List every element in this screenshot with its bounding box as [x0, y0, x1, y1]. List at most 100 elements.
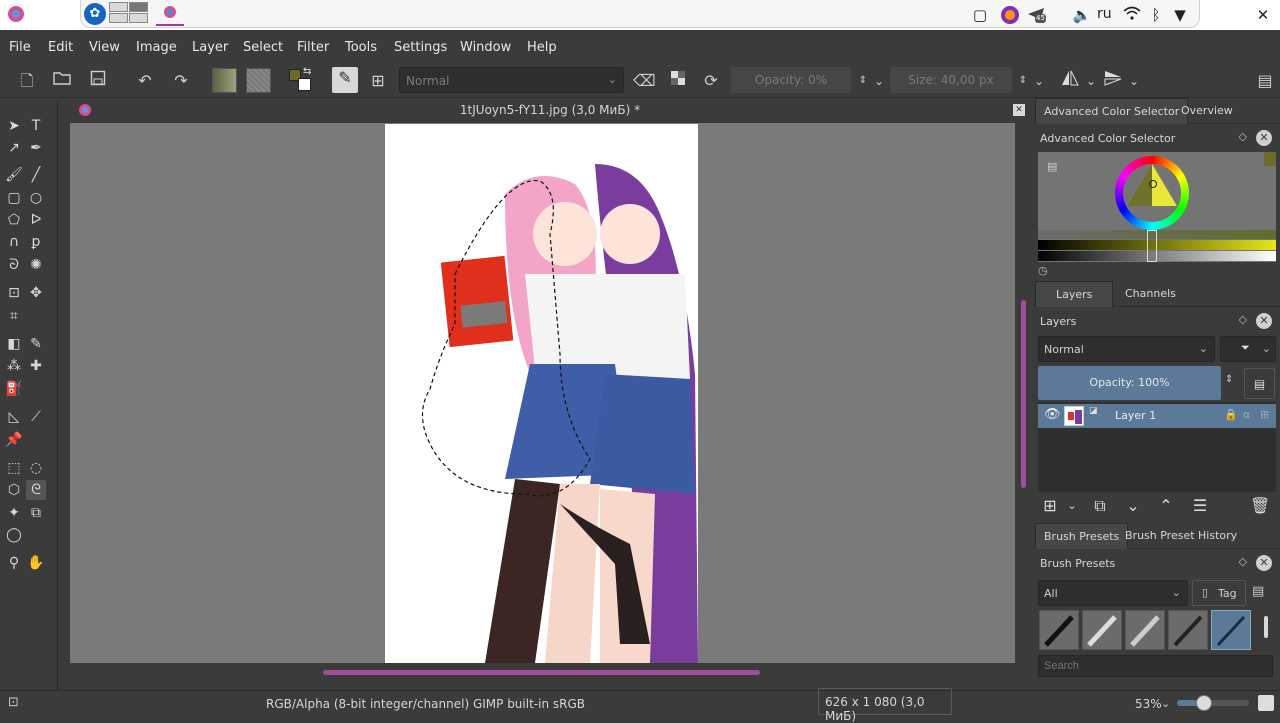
layer-name[interactable]: Layer 1	[1115, 409, 1156, 422]
brush-search-input[interactable]	[1038, 655, 1273, 677]
undo-icon[interactable]: ↶	[134, 70, 156, 92]
krita-logo-icon[interactable]	[6, 5, 26, 25]
menu-view[interactable]: View	[89, 40, 120, 55]
dynamic-brush-tool-icon[interactable]: ᘐ	[4, 255, 24, 275]
menu-image[interactable]: Image	[136, 40, 177, 55]
workspace-switcher-icon[interactable]	[109, 1, 151, 25]
layer-filter-select[interactable]: ⏷ ⌄	[1220, 336, 1276, 362]
tab-advanced-color-selector[interactable]: Advanced Color Selector	[1035, 98, 1189, 124]
colorize-mask-tool-icon[interactable]: ⁂	[4, 356, 24, 376]
gradient-icon[interactable]	[212, 68, 237, 93]
freehand-selection-icon[interactable]: ᘓ	[26, 480, 46, 500]
canvas-image[interactable]	[385, 124, 698, 663]
layer-properties-icon[interactable]: ▤	[1244, 368, 1275, 399]
brush-preset-item[interactable]	[1039, 610, 1079, 650]
lock-icon[interactable]: 🔒	[1224, 408, 1238, 421]
color-picker-tool-icon[interactable]: ✎	[26, 334, 46, 354]
save-icon[interactable]	[87, 70, 109, 92]
mirror-horizontal-icon[interactable]	[1059, 70, 1081, 92]
tab-channels[interactable]: Channels	[1117, 281, 1184, 307]
menu-select[interactable]: Select	[243, 40, 283, 55]
brush-preset-item[interactable]	[1125, 610, 1165, 650]
tab-overview[interactable]: Overview	[1173, 98, 1241, 124]
volume-icon[interactable]: 🔈	[1072, 5, 1092, 25]
multibrush-tool-icon[interactable]: ✺	[26, 255, 46, 275]
float-docker-icon[interactable]: ◇	[1239, 313, 1247, 326]
zoom-tool-icon[interactable]: ⚲	[4, 553, 24, 573]
reload-preset-icon[interactable]: ⟳	[700, 70, 722, 92]
contiguous-selection-icon[interactable]: ✦	[4, 503, 24, 523]
menu-layer[interactable]: Layer	[192, 40, 228, 55]
workspace-chooser-icon[interactable]: ▤	[1254, 70, 1276, 92]
hue-ring[interactable]	[1115, 156, 1189, 230]
mirror-vertical-icon[interactable]	[1102, 70, 1124, 92]
measure-tool-icon[interactable]: ⟋	[26, 407, 46, 427]
refresh-icon[interactable]: ◷	[1038, 264, 1048, 277]
tab-brush-preset-history[interactable]: Brush Preset History	[1117, 523, 1245, 549]
edit-shapes-tool-icon[interactable]: ↗	[4, 138, 24, 158]
close-document-icon[interactable]: ✕	[1013, 104, 1025, 116]
elliptical-selection-icon[interactable]: ◌	[26, 458, 46, 478]
menu-tools[interactable]: Tools	[345, 40, 377, 55]
duplicate-layer-icon[interactable]: ⧉	[1090, 496, 1110, 516]
select-shape-tool-icon[interactable]: ➤	[4, 116, 24, 136]
move-layer-up-icon[interactable]: ⌃	[1156, 496, 1176, 516]
blend-mode-select[interactable]: Normal ⌄	[399, 67, 624, 93]
close-docker-icon[interactable]: ✕	[1256, 313, 1272, 329]
bezier-tool-icon[interactable]: ∩	[4, 232, 24, 252]
brush-indicator-icon[interactable]: ⊡	[8, 695, 19, 710]
brush-settings-icon[interactable]: ⊞	[367, 70, 389, 92]
window-icon[interactable]: ▢	[970, 5, 990, 25]
opacity-spin-icon[interactable]: ⇕	[1225, 374, 1233, 385]
inherit-alpha-icon[interactable]: ⊞	[1260, 408, 1269, 421]
preserve-alpha-icon[interactable]	[667, 70, 689, 92]
vertical-scrollbar[interactable]	[1021, 300, 1026, 488]
add-layer-icon[interactable]: ⊞	[1040, 496, 1060, 516]
tag-button[interactable]: ▯ Tag	[1192, 580, 1246, 606]
new-document-icon[interactable]: 🗋	[16, 70, 38, 92]
freehand-brush-tool-icon[interactable]: 🖌	[4, 165, 24, 185]
close-docker-icon[interactable]: ✕	[1256, 130, 1272, 146]
brush-preset-item[interactable]	[1168, 610, 1208, 650]
canvas-only-icon[interactable]	[1258, 695, 1274, 711]
rectangle-tool-icon[interactable]: ▢	[4, 188, 24, 208]
layer-options-icon[interactable]: ☰	[1190, 496, 1210, 516]
float-docker-icon[interactable]: ◇	[1239, 555, 1247, 568]
menu-filter[interactable]: Filter	[297, 40, 329, 55]
document-tab[interactable]: 1tJUoyn5-fY11.jpg (3,0 МиБ) *	[70, 98, 1030, 122]
zoom-slider[interactable]	[1177, 695, 1249, 711]
color-swatch-icon[interactable]: ⇆	[288, 67, 314, 93]
bluetooth-icon[interactable]: ᛒ	[1146, 5, 1166, 25]
color-selector-settings-icon[interactable]: ▤	[1047, 160, 1057, 173]
transform-tool-icon[interactable]: ⊡	[4, 283, 24, 303]
pattern-icon[interactable]	[246, 68, 271, 93]
horizontal-scrollbar[interactable]	[323, 670, 760, 675]
layer-blend-mode-select[interactable]: Normal ⌄	[1038, 336, 1215, 362]
float-docker-icon[interactable]: ◇	[1239, 130, 1247, 143]
canvas-area[interactable]	[70, 123, 1015, 663]
fill-tool-icon[interactable]: ⛽	[4, 379, 24, 399]
menu-settings[interactable]: Settings	[394, 40, 447, 55]
alpha-lock-icon[interactable]: α	[1243, 408, 1250, 421]
krita-task-icon[interactable]	[156, 2, 184, 26]
launcher-icon[interactable]: ✿	[84, 3, 106, 25]
crop-tool-icon[interactable]: ⌗	[4, 306, 24, 326]
eraser-icon[interactable]: ⌫	[633, 70, 656, 92]
polyline-tool-icon[interactable]: ᐅ	[26, 210, 46, 230]
eye-icon[interactable]: 👁	[1044, 407, 1061, 422]
keyboard-language[interactable]: ru	[1097, 6, 1112, 22]
text-tool-icon[interactable]: T	[26, 116, 46, 136]
brush-tag-filter-select[interactable]: All ⌄	[1038, 580, 1188, 606]
tab-layers[interactable]: Layers	[1035, 281, 1114, 307]
magnetic-selection-icon[interactable]: ◯	[4, 525, 24, 545]
move-tool-icon[interactable]: ✥	[26, 283, 46, 303]
brush-scrollbar[interactable]	[1264, 616, 1268, 638]
smart-patch-tool-icon[interactable]: ✚	[26, 356, 46, 376]
chevron-down-icon[interactable]: ⌄	[1062, 496, 1082, 516]
assistant-tool-icon[interactable]: ◺	[4, 407, 24, 427]
redo-icon[interactable]: ↷	[170, 70, 192, 92]
rectangular-selection-icon[interactable]: ⬚	[4, 458, 24, 478]
wifi-icon[interactable]	[1122, 5, 1142, 25]
chevron-down-icon[interactable]: ⌄	[1080, 70, 1102, 92]
brush-preset-icon[interactable]: ✎	[332, 67, 358, 93]
